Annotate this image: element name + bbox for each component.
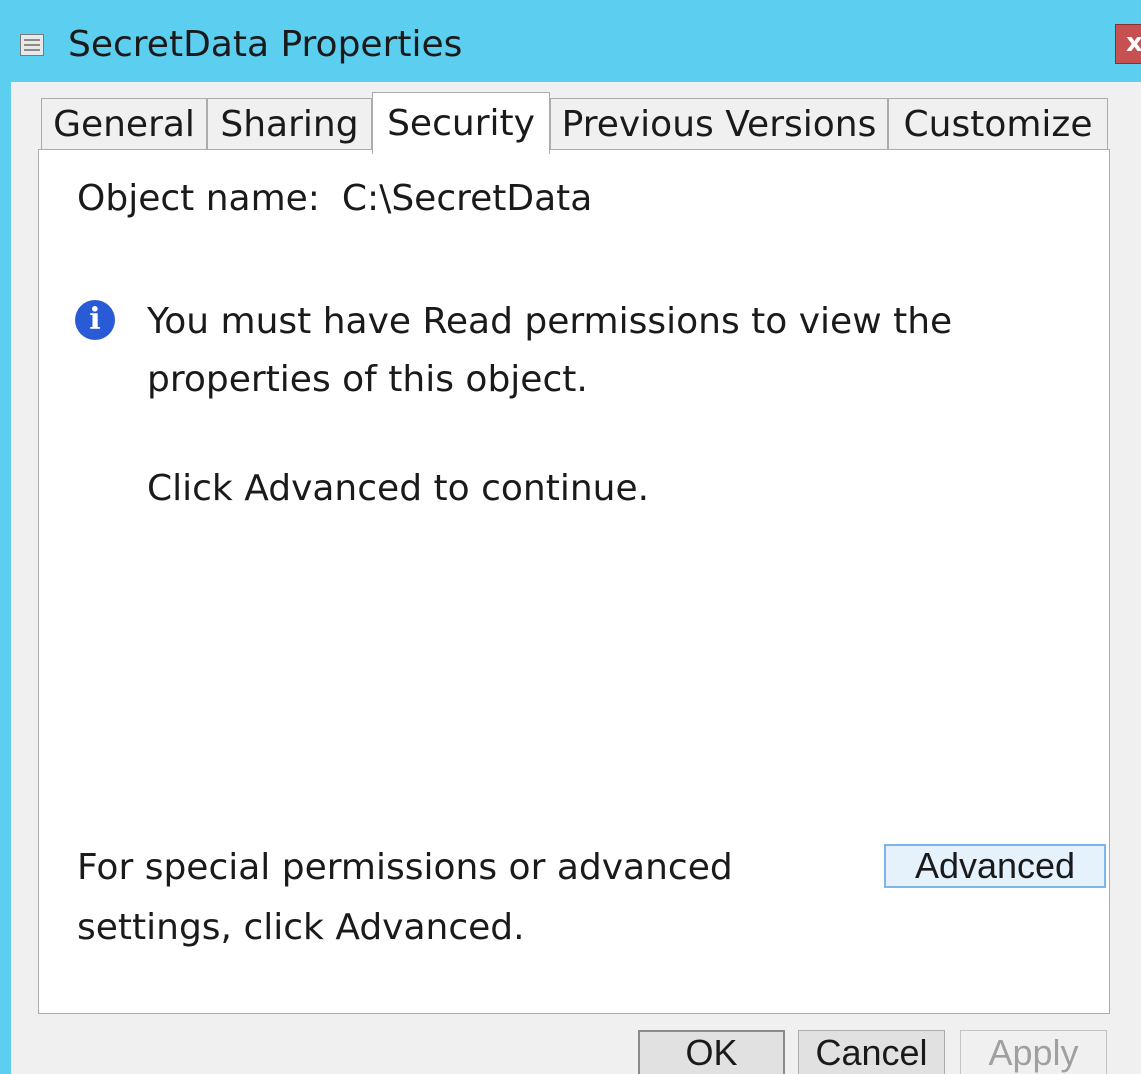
ok-button[interactable]: OK: [638, 1030, 785, 1074]
advanced-hint-line1: For special permissions or advanced: [77, 847, 733, 888]
title-bar[interactable]: SecretData Properties x: [0, 0, 1141, 82]
close-button[interactable]: x: [1115, 24, 1141, 64]
window-title: SecretData Properties: [68, 24, 463, 65]
folder-properties-icon: [20, 34, 44, 56]
cancel-button[interactable]: Cancel: [798, 1030, 945, 1074]
properties-window: SecretData Properties x General Sharing …: [0, 0, 1141, 1074]
tab-security[interactable]: Security: [372, 92, 550, 154]
tab-general[interactable]: General: [41, 98, 207, 152]
dialog-client-area: General Sharing Security Previous Versio…: [11, 82, 1141, 1074]
advanced-button[interactable]: Advanced: [884, 844, 1106, 888]
object-name-label: Object name:: [77, 178, 320, 219]
advanced-hint-line2: settings, click Advanced.: [77, 907, 525, 948]
apply-button: Apply: [960, 1030, 1107, 1074]
continue-instruction: Click Advanced to continue.: [147, 468, 650, 509]
permission-message-line2: properties of this object.: [147, 359, 588, 400]
security-tab-panel: Object name: C:\SecretData i You must hav…: [38, 149, 1110, 1014]
tab-customize[interactable]: Customize: [888, 98, 1108, 152]
object-name-value: C:\SecretData: [341, 178, 593, 219]
info-icon: i: [75, 300, 115, 340]
tab-sharing[interactable]: Sharing: [207, 98, 372, 152]
tab-previous-versions[interactable]: Previous Versions: [550, 98, 888, 152]
object-name-row: Object name: C:\SecretData: [77, 178, 592, 219]
permission-message-line1: You must have Read permissions to view t…: [147, 301, 953, 342]
